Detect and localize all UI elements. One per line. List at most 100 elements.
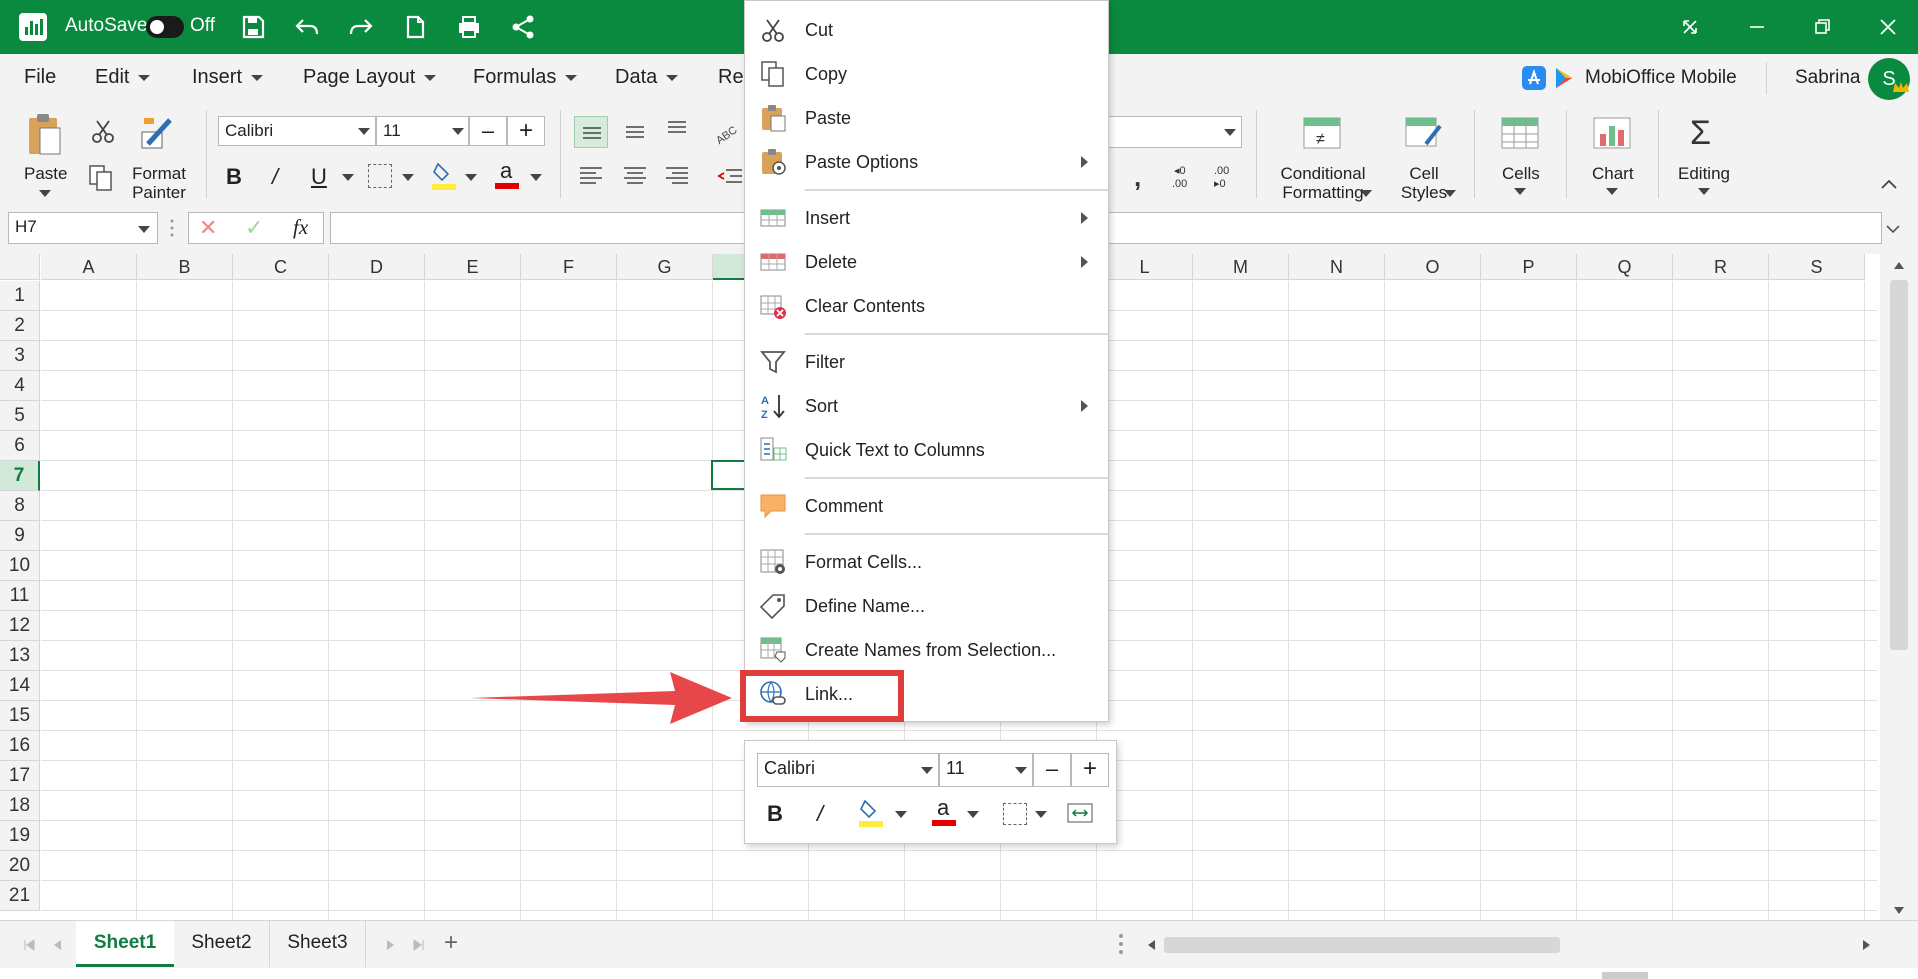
expand-formula-icon[interactable] (1886, 224, 1900, 234)
conditional-formatting-dropdown-icon[interactable] (1360, 190, 1372, 197)
row-header[interactable]: 19 (0, 821, 40, 851)
select-all-corner[interactable] (0, 254, 40, 280)
cells-icon[interactable] (1500, 116, 1540, 150)
column-header[interactable]: E (425, 254, 521, 280)
mini-font-name-dropdown-icon[interactable] (921, 767, 933, 774)
chart-button[interactable]: Chart (1592, 164, 1634, 183)
menu-item-clear-contents[interactable]: Clear Contents (745, 284, 1108, 328)
italic-button[interactable]: / (272, 164, 278, 190)
mini-borders-icon[interactable] (1003, 803, 1027, 825)
last-sheet-icon[interactable] (412, 938, 426, 952)
column-header[interactable]: S (1769, 254, 1865, 280)
column-header[interactable]: C (233, 254, 329, 280)
mini-italic-button[interactable]: / (817, 801, 823, 827)
format-painter-icon[interactable] (138, 114, 176, 154)
column-header[interactable]: D (329, 254, 425, 280)
underline-dropdown-icon[interactable] (342, 174, 354, 181)
mini-font-name-select[interactable]: Calibri (757, 753, 939, 787)
mini-decrease-font-button[interactable]: – (1033, 753, 1071, 787)
font-size-dropdown-icon[interactable] (452, 128, 464, 135)
fill-color-dropdown-icon[interactable] (465, 174, 477, 181)
sheet-tab-1[interactable]: Sheet1 (76, 921, 174, 967)
menu-item-insert[interactable]: Insert (745, 196, 1108, 240)
row-header[interactable]: 13 (0, 641, 40, 671)
editing-dropdown-icon[interactable] (1698, 188, 1710, 195)
column-header[interactable]: M (1193, 254, 1289, 280)
horizontal-scroll-thumb[interactable] (1164, 937, 1560, 953)
row-header[interactable]: 6 (0, 431, 40, 461)
menu-item-cut[interactable]: Cut (745, 8, 1108, 52)
row-header[interactable]: 18 (0, 791, 40, 821)
share-icon[interactable] (508, 12, 538, 42)
row-header[interactable]: 14 (0, 671, 40, 701)
cell-styles-dropdown-icon[interactable] (1444, 190, 1456, 197)
menu-item-create-names[interactable]: Create Names from Selection... (745, 628, 1108, 672)
font-color-dropdown-icon[interactable] (530, 174, 542, 181)
restore-icon[interactable] (1807, 12, 1837, 42)
sheet-tab-2[interactable]: Sheet2 (174, 921, 270, 967)
menu-item-sort[interactable]: AZ Sort (745, 384, 1108, 428)
mini-borders-dropdown-icon[interactable] (1035, 811, 1047, 818)
menu-item-paste-options[interactable]: Paste Options (745, 140, 1108, 184)
user-name[interactable]: Sabrina (1795, 67, 1861, 89)
decrease-decimal-icon[interactable]: .00 ▸0 (1208, 162, 1240, 190)
row-header[interactable]: 9 (0, 521, 40, 551)
column-header[interactable]: N (1289, 254, 1385, 280)
insert-function-button[interactable]: fx (293, 215, 308, 240)
row-header[interactable]: 12 (0, 611, 40, 641)
row-header[interactable]: 3 (0, 341, 40, 371)
font-name-select[interactable]: Calibri (218, 116, 376, 146)
align-center-button[interactable] (618, 160, 652, 192)
fullscreen-icon[interactable] (1675, 12, 1705, 42)
menu-insert[interactable]: Insert (192, 66, 264, 89)
mini-merge-cells-icon[interactable] (1067, 801, 1093, 825)
scissors-icon[interactable] (90, 118, 116, 144)
align-bottom-button[interactable] (660, 116, 694, 148)
align-left-button[interactable] (574, 160, 608, 192)
mini-bold-button[interactable]: B (767, 801, 783, 827)
decrease-indent-icon[interactable] (716, 164, 744, 188)
row-header[interactable]: 11 (0, 581, 40, 611)
name-box-dropdown-icon[interactable] (138, 226, 150, 233)
print-icon[interactable] (454, 12, 484, 42)
mini-font-color-icon[interactable]: a (929, 795, 959, 827)
column-header[interactable]: R (1673, 254, 1769, 280)
autosave-toggle[interactable] (146, 16, 184, 38)
scroll-right-icon[interactable] (1862, 939, 1872, 951)
mini-font-size-dropdown-icon[interactable] (1015, 767, 1027, 774)
column-header[interactable]: G (617, 254, 713, 280)
vertical-scrollbar[interactable] (1880, 254, 1918, 920)
google-play-icon[interactable] (1552, 66, 1576, 90)
number-format-dropdown-icon[interactable] (1224, 129, 1236, 136)
next-sheet-icon[interactable] (384, 938, 398, 952)
mini-increase-font-button[interactable]: + (1071, 753, 1109, 787)
font-color-icon[interactable]: a (492, 158, 522, 190)
drag-handle-icon[interactable] (170, 218, 174, 238)
menu-item-paste[interactable]: Paste (745, 96, 1108, 140)
copy-icon[interactable] (88, 164, 114, 192)
fill-color-icon[interactable] (430, 160, 458, 190)
cell-styles-icon[interactable] (1404, 114, 1444, 152)
undo-icon[interactable] (292, 12, 322, 42)
decrease-font-button[interactable]: – (469, 116, 507, 146)
chart-dropdown-icon[interactable] (1606, 188, 1618, 195)
column-header[interactable]: O (1385, 254, 1481, 280)
mini-fill-color-icon[interactable] (857, 797, 885, 827)
row-header[interactable]: 7 (0, 461, 40, 491)
menu-formulas[interactable]: Formulas (473, 66, 578, 89)
row-header[interactable]: 5 (0, 401, 40, 431)
comma-style-button[interactable]: , (1134, 162, 1141, 193)
column-header[interactable]: F (521, 254, 617, 280)
menu-item-copy[interactable]: Copy (745, 52, 1108, 96)
menu-item-comment[interactable]: Comment (745, 484, 1108, 528)
bold-button[interactable]: B (226, 164, 242, 190)
menu-item-filter[interactable]: Filter (745, 340, 1108, 384)
mini-fill-color-dropdown-icon[interactable] (895, 811, 907, 818)
row-header[interactable]: 8 (0, 491, 40, 521)
save-icon[interactable] (238, 12, 268, 42)
column-header[interactable]: A (41, 254, 137, 280)
column-header[interactable]: L (1097, 254, 1193, 280)
column-header[interactable]: P (1481, 254, 1577, 280)
sigma-icon[interactable]: Σ (1690, 114, 1711, 153)
menu-item-delete[interactable]: Delete (745, 240, 1108, 284)
